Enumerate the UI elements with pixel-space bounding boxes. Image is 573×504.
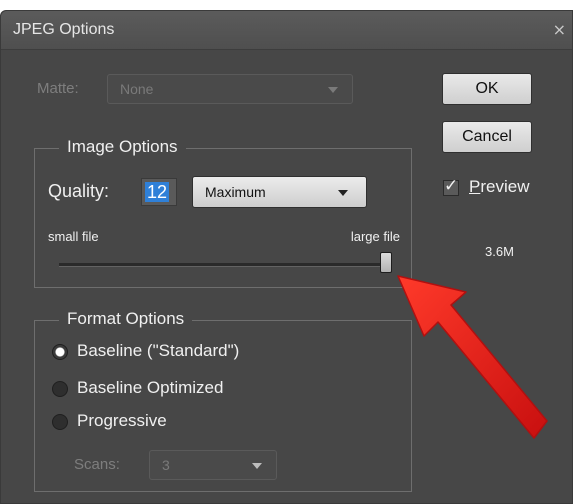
annotation-arrow (397, 275, 548, 439)
